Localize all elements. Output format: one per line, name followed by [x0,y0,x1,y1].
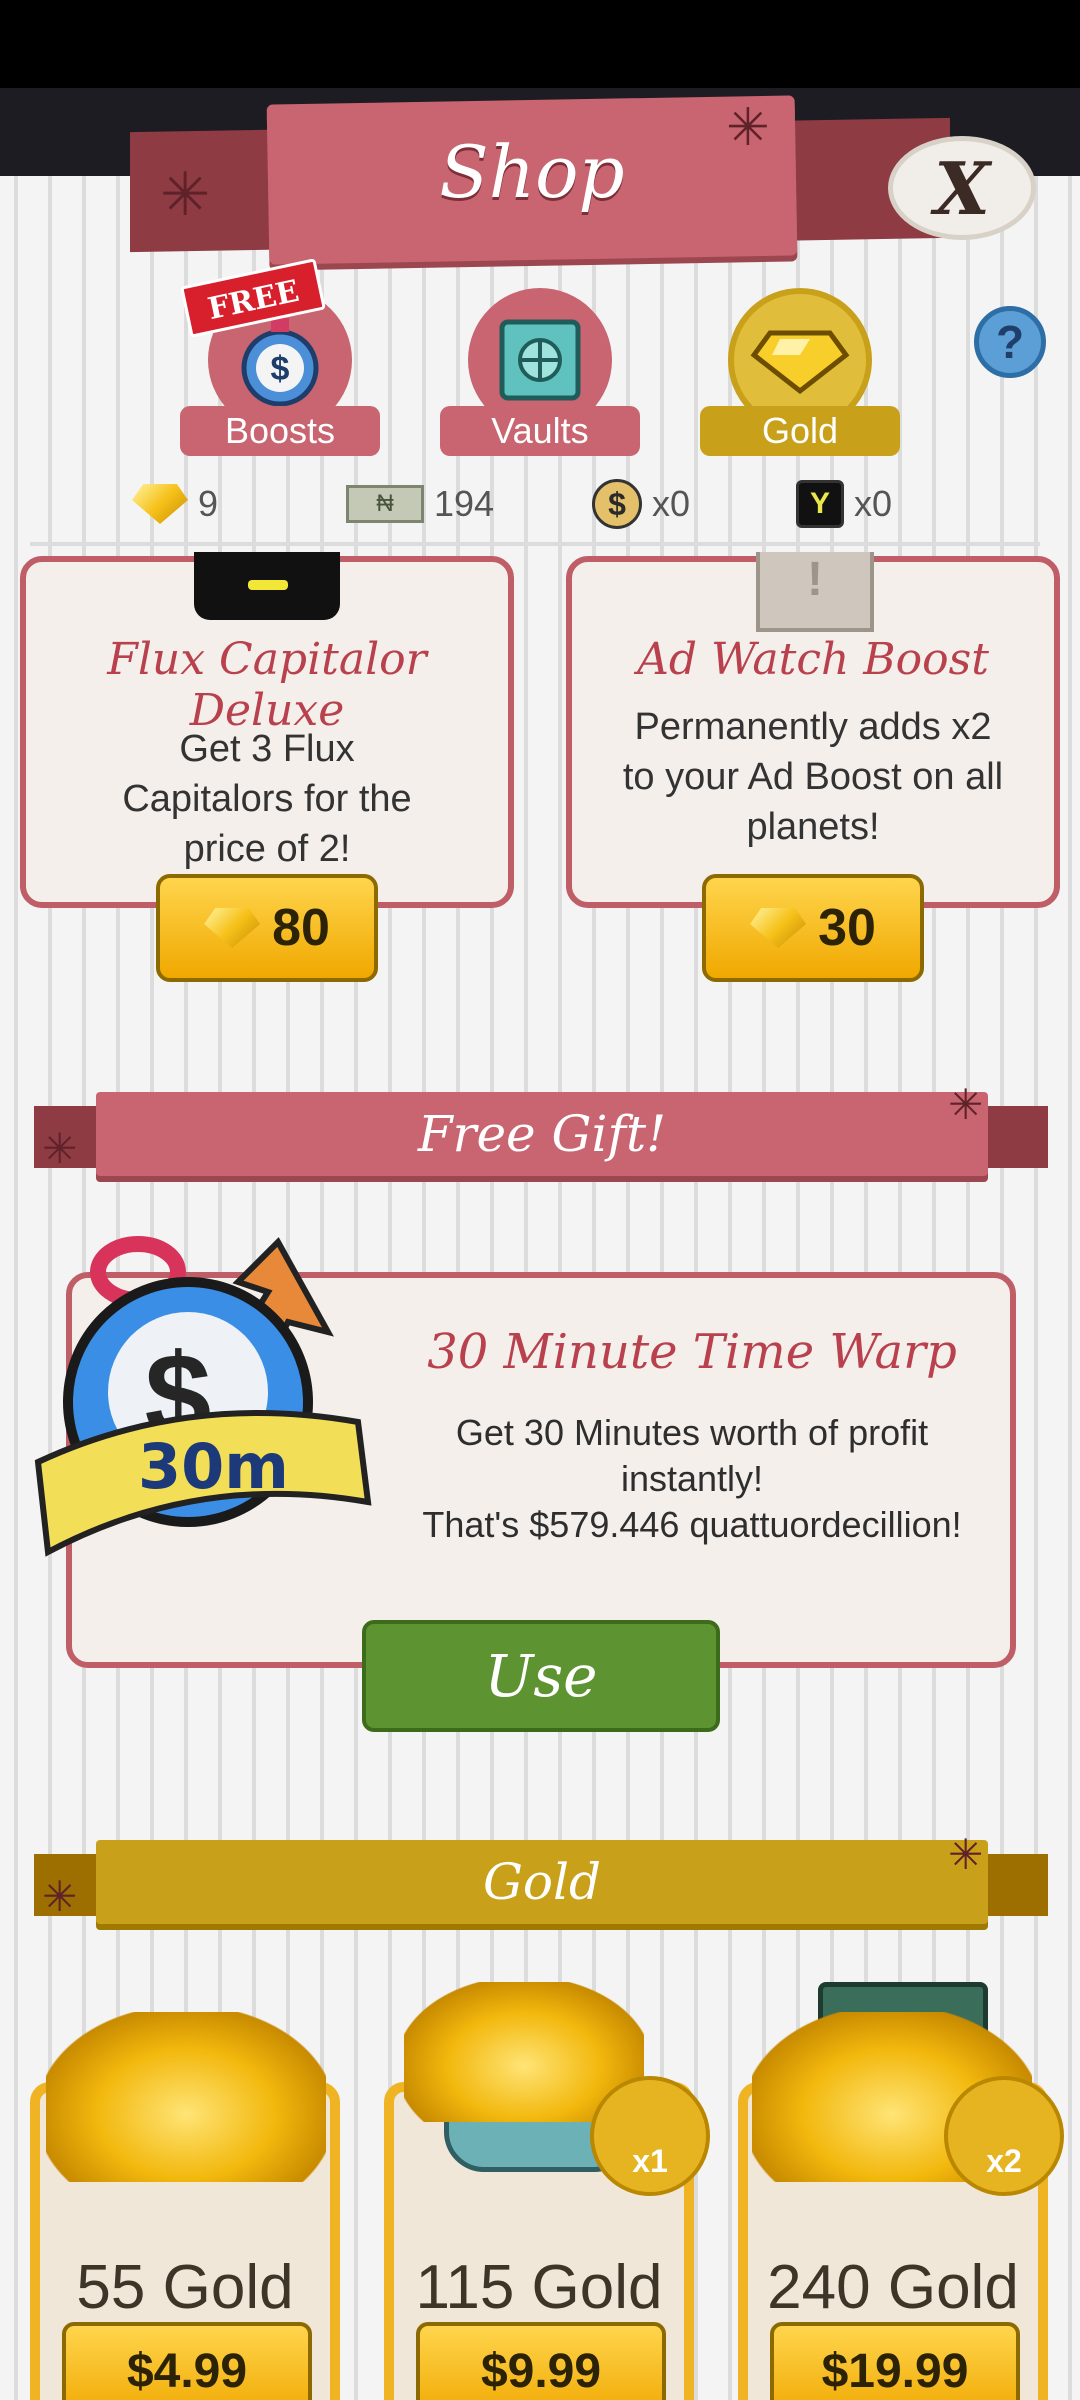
gold-pack[interactable]: x1 115 Gold $9.99 [384,1982,710,2400]
starburst-icon: ✳ [42,1872,78,1921]
buy-flux-button[interactable]: 80 [156,874,378,982]
section-title-free-gift: Free Gift! [96,1092,988,1176]
offer-title: Flux Capitalor Deluxe [107,634,427,736]
price-label: 30 [818,899,876,957]
multiplier-badge: x2 [944,2076,1064,2196]
status-bar [0,0,1080,88]
price-label: 80 [272,899,330,957]
multiplier-badge: x1 [590,2076,710,2196]
gold-bar-icon [204,908,261,948]
offer-description: Permanently adds x2 to your Ad Boost on … [622,706,1004,848]
starburst-icon: ✳ [42,1124,78,1173]
pack-price-button[interactable]: $9.99 [416,2322,666,2400]
gift-description: Get 30 Minutes worth of profit instantly… [455,1412,929,1499]
tab-vaults[interactable]: Vaults [440,288,640,458]
gold-pack[interactable]: x2 240 Gold $19.99 [738,1982,1064,2400]
close-button[interactable]: X [888,136,1036,240]
gold-bar-icon [132,484,188,524]
starburst-icon: ✳ [948,1830,984,1879]
currency-value: 194 [434,483,495,524]
megabuck-icon: ₦ [346,485,424,523]
tab-label: Boosts [180,406,380,456]
currency-megabucks: ₦ 194 [346,476,494,532]
money-bag-icon: $ [592,479,642,529]
pack-name: 55 Gold [76,2253,294,2322]
gold-pile-icon [46,2012,326,2182]
offer-title: Ad Watch Boost [637,634,989,685]
starburst-icon: ✳ [160,160,211,230]
tv-icon: ! [756,552,874,632]
currency-money-bags: $ x0 [592,476,690,532]
tab-gold[interactable]: Gold [700,288,900,458]
gift-profit-text: That's $579.446 quattuordecillion! [422,1504,962,1545]
currency-value: 9 [198,483,219,524]
buy-ad-boost-button[interactable]: 30 [702,874,924,982]
pack-name: 240 Gold [767,2253,1019,2322]
svg-text:$: $ [271,350,290,388]
currency-value: x0 [854,483,893,524]
gold-pack[interactable]: 55 Gold $4.99 [30,2012,340,2400]
currency-value: x0 [652,483,691,524]
currency-gold: 9 [132,476,218,532]
pack-name: 115 Gold [415,2253,663,2322]
flux-capitalor-icon: Y [796,480,844,528]
pack-price-button[interactable]: $19.99 [770,2322,1020,2400]
section-title-gold: Gold [96,1840,988,1924]
tab-label: Gold [700,406,900,456]
time-warp-icon: $ 30m [28,1222,388,1572]
offer-card-flux: Flux Capitalor Deluxe Get 3 Flux Capital… [20,552,514,908]
help-button[interactable]: ? [974,306,1046,378]
starburst-icon: ✳ [948,1080,984,1129]
flux-capitalor-icon [194,552,340,620]
gift-title: 30 Minute Time Warp [427,1324,957,1380]
pack-price-button[interactable]: $4.99 [62,2322,312,2400]
page-title: Shop [439,130,625,214]
timer-badge-text: 30m [138,1430,289,1503]
currency-flux: Y x0 [796,476,892,532]
use-button[interactable]: Use [362,1620,720,1732]
divider [30,542,1040,546]
offer-card-ad-boost: ! Ad Watch Boost Permanently adds x2 to … [566,552,1060,908]
offer-description: Get 3 Flux Capitalors for the price of 2… [122,728,412,870]
tab-label: Vaults [440,406,640,456]
gold-bar-icon [750,908,807,948]
